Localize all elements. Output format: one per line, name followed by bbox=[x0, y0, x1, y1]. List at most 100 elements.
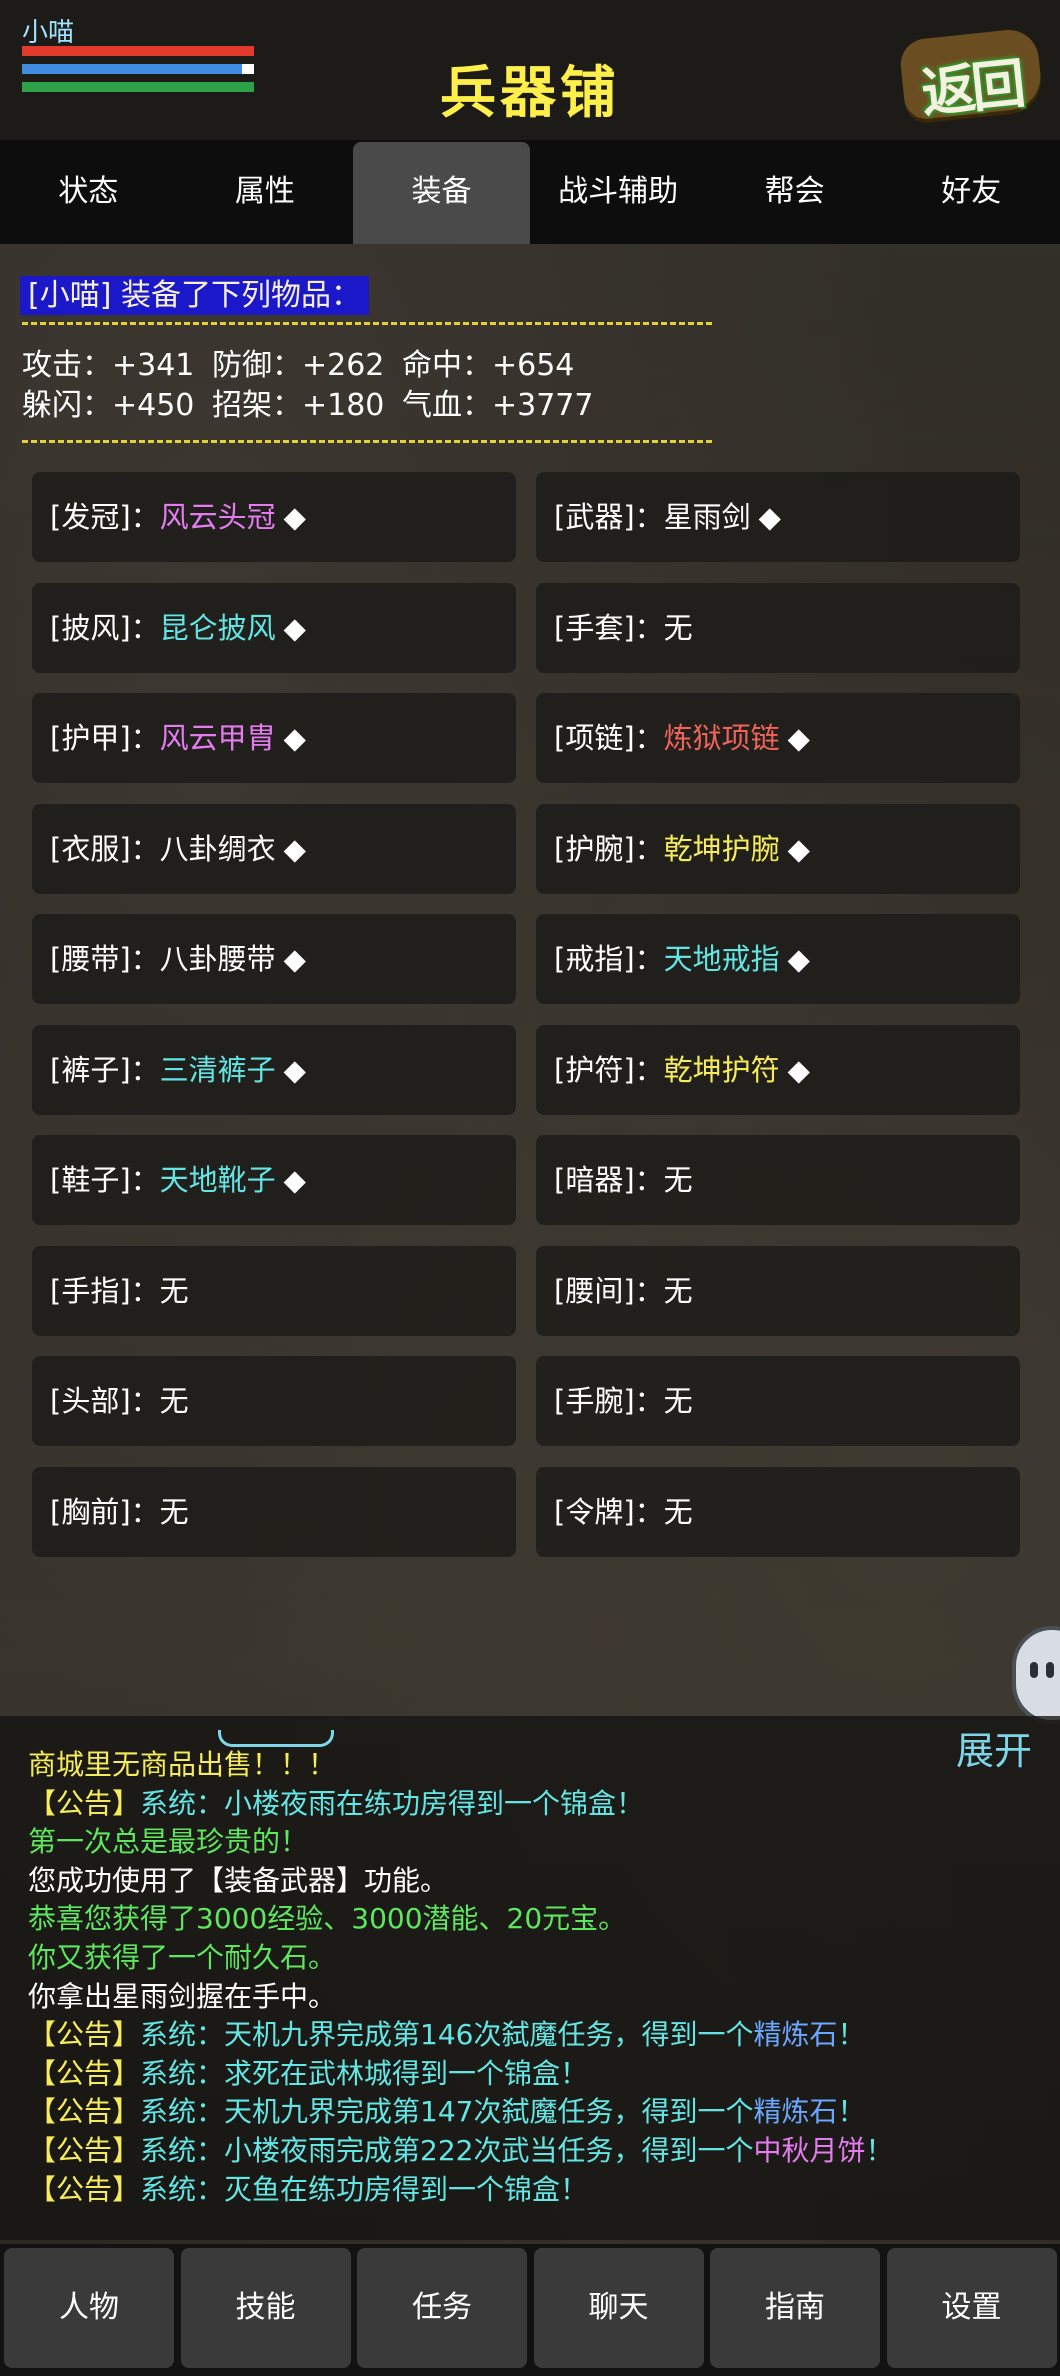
bottom-nav-button-5[interactable]: 设置 bbox=[886, 2248, 1057, 2368]
slot-label: [鞋子]： bbox=[50, 1163, 160, 1197]
bottom-nav-button-3[interactable]: 聊天 bbox=[533, 2248, 704, 2368]
equipment-slot[interactable]: [武器]：星雨剑 ◆ bbox=[536, 472, 1020, 562]
equipment-slot[interactable]: [手腕]：无 bbox=[536, 1356, 1020, 1446]
slot-item-name[interactable]: 八卦绸衣 bbox=[160, 832, 276, 866]
dashed-divider bbox=[22, 440, 712, 443]
bottom-nav-button-2[interactable]: 任务 bbox=[357, 2248, 527, 2368]
diamond-icon: ◆ bbox=[283, 1163, 306, 1197]
log-segment: 系统：求死在武林城得到一个锦盒！ bbox=[140, 2056, 589, 2090]
log-segment: ！ bbox=[837, 2095, 866, 2129]
equipment-slot[interactable]: [发冠]：风云头冠 ◆ bbox=[32, 472, 516, 562]
log-line: 【公告】系统：灭鱼在练功房得到一个锦盒！ bbox=[28, 2171, 894, 2210]
slot-label: [护甲]： bbox=[50, 721, 160, 755]
log-segment: 【公告】 bbox=[28, 2018, 141, 2052]
bottom-nav-button-1[interactable]: 技能 bbox=[180, 2248, 351, 2368]
expand-log-button[interactable]: 展开 bbox=[956, 1720, 1032, 1775]
equipment-slot[interactable]: [令牌]：无 bbox=[536, 1466, 1020, 1557]
bottom-nav-button-0[interactable]: 人物 bbox=[4, 2248, 174, 2368]
slot-item-name[interactable]: 无 bbox=[160, 1274, 189, 1308]
message-log-lines: 商城里无商品出售！！！ 【公告】系统：小楼夜雨在练功房得到一个锦盒！ 第一次总是最珍… bbox=[28, 1746, 894, 2209]
slot-label: [腰间]： bbox=[554, 1273, 664, 1308]
equipment-slot[interactable]: [护甲]：风云甲胄 ◆ bbox=[32, 693, 516, 783]
slot-label: [衣服]： bbox=[50, 831, 160, 866]
slot-item-name[interactable]: 无 bbox=[160, 1495, 189, 1529]
log-drag-handle[interactable] bbox=[218, 1730, 334, 1747]
slot-item-name[interactable]: 八卦腰带 bbox=[160, 942, 276, 976]
log-line: 【公告】系统：小楼夜雨在练功房得到一个锦盒！ bbox=[28, 1785, 894, 1824]
log-segment: 【公告】 bbox=[28, 1786, 141, 1820]
slot-item-name[interactable]: 乾坤护腕 bbox=[664, 832, 780, 866]
stat-value: 攻击：+341 bbox=[22, 348, 195, 383]
log-segment: 你又获得了一个耐久石。 bbox=[28, 1940, 337, 1974]
equipment-slot[interactable]: [手指]：无 bbox=[32, 1245, 516, 1336]
equipment-slot[interactable]: [裤子]：三清裤子 ◆ bbox=[32, 1024, 516, 1115]
diamond-icon: ◆ bbox=[283, 831, 306, 866]
slot-item-name[interactable]: 天地靴子 bbox=[160, 1163, 276, 1197]
equipment-slot[interactable]: [衣服]：八卦绸衣 ◆ bbox=[32, 803, 516, 894]
equipment-slot[interactable]: [腰间]：无 bbox=[536, 1245, 1020, 1336]
log-line: 商城里无商品出售！！！ bbox=[28, 1746, 894, 1785]
tab-0[interactable]: 状态 bbox=[0, 140, 177, 244]
stat-value: 防御：+262 bbox=[212, 348, 385, 383]
diamond-icon: ◆ bbox=[283, 1052, 306, 1087]
tab-4[interactable]: 帮会 bbox=[706, 140, 883, 244]
equipment-slot[interactable]: [手套]：无 bbox=[536, 582, 1020, 673]
equipment-slot[interactable]: [戒指]：天地戒指 ◆ bbox=[536, 914, 1020, 1004]
slot-item-name[interactable]: 三清裤子 bbox=[160, 1053, 276, 1087]
player-name: 小喵 bbox=[22, 18, 75, 48]
diamond-icon: ◆ bbox=[283, 500, 306, 534]
equipment-slot[interactable]: [披风]：昆仑披风 ◆ bbox=[32, 582, 516, 673]
tab-bar: 状态 属性 装备 战斗辅助 帮会 好友 bbox=[0, 140, 1060, 244]
log-line: 您成功使用了【装备武器】功能。 bbox=[28, 1862, 894, 1901]
slot-item-name[interactable]: 风云甲胄 bbox=[160, 721, 276, 755]
slot-label: [令牌]： bbox=[554, 1494, 664, 1529]
log-segment: 精炼石 bbox=[753, 2095, 838, 2129]
slot-item-name[interactable]: 炼狱项链 bbox=[664, 721, 780, 755]
slot-item-name[interactable]: 星雨剑 bbox=[664, 500, 751, 534]
log-segment: ！ bbox=[837, 2018, 866, 2052]
log-line: 第一次总是最珍贵的！ bbox=[28, 1823, 894, 1862]
equipment-slot[interactable]: [胸前]：无 bbox=[32, 1466, 516, 1557]
slot-label: [胸前]： bbox=[50, 1494, 160, 1529]
tab-2[interactable]: 装备 bbox=[353, 142, 530, 244]
slot-item-name[interactable]: 无 bbox=[664, 1384, 693, 1418]
slot-label: [护符]： bbox=[554, 1052, 664, 1087]
slot-item-name[interactable]: 天地戒指 bbox=[664, 942, 780, 976]
slot-item-name[interactable]: 无 bbox=[664, 1163, 693, 1197]
slot-item-name[interactable]: 无 bbox=[664, 1274, 693, 1308]
log-segment: 系统：天机九界完成第147次弑魔任务，得到一个 bbox=[140, 2095, 754, 2129]
equipment-slot[interactable]: [头部]：无 bbox=[32, 1356, 516, 1446]
slot-label: [腰带]： bbox=[50, 942, 160, 976]
equipment-slot[interactable]: [护符]：乾坤护符 ◆ bbox=[536, 1024, 1020, 1115]
diamond-icon: ◆ bbox=[787, 831, 810, 866]
diamond-icon: ◆ bbox=[283, 721, 306, 755]
slot-label: [戒指]： bbox=[554, 942, 664, 976]
log-segment: 【公告】 bbox=[28, 2095, 141, 2129]
back-button[interactable]: 返回 bbox=[896, 24, 1046, 125]
equipment-slot[interactable]: [项链]：炼狱项链 ◆ bbox=[536, 693, 1020, 783]
slot-item-name[interactable]: 无 bbox=[664, 611, 693, 645]
slot-item-name[interactable]: 乾坤护符 bbox=[664, 1053, 780, 1087]
slot-item-name[interactable]: 无 bbox=[664, 1495, 693, 1529]
equipment-slot[interactable]: [腰带]：八卦腰带 ◆ bbox=[32, 914, 516, 1004]
equipment-slot[interactable]: [鞋子]：天地靴子 ◆ bbox=[32, 1135, 516, 1225]
equipment-slot[interactable]: [暗器]：无 bbox=[536, 1135, 1020, 1225]
equipment-slot[interactable]: [护腕]：乾坤护腕 ◆ bbox=[536, 803, 1020, 894]
slot-item-name[interactable]: 风云头冠 bbox=[160, 500, 276, 534]
log-segment: 【公告】 bbox=[28, 2172, 141, 2206]
log-segment: 系统：小楼夜雨在练功房得到一个锦盒！ bbox=[140, 1786, 645, 1820]
slot-item-name[interactable]: 无 bbox=[160, 1384, 189, 1418]
tab-5[interactable]: 好友 bbox=[883, 140, 1060, 244]
tab-3[interactable]: 战斗辅助 bbox=[530, 140, 707, 244]
bottom-nav-button-4[interactable]: 指南 bbox=[710, 2248, 880, 2368]
log-line: 你拿出星雨剑握在手中。 bbox=[28, 1978, 894, 2017]
log-segment: 系统：灭鱼在练功房得到一个锦盒！ bbox=[140, 2172, 589, 2206]
stat-value: 招架：+180 bbox=[212, 388, 385, 423]
stats-row: 躲闪：+450 招架：+180 气血：+3777 bbox=[22, 386, 593, 426]
slot-label: [手套]： bbox=[554, 610, 664, 645]
equipment-heading-text: [小喵] 装备了下列物品： bbox=[20, 276, 369, 315]
tab-1[interactable]: 属性 bbox=[177, 140, 354, 244]
diamond-icon: ◆ bbox=[787, 942, 810, 976]
slot-label: [披风]： bbox=[50, 610, 160, 645]
slot-item-name[interactable]: 昆仑披风 bbox=[160, 611, 276, 645]
